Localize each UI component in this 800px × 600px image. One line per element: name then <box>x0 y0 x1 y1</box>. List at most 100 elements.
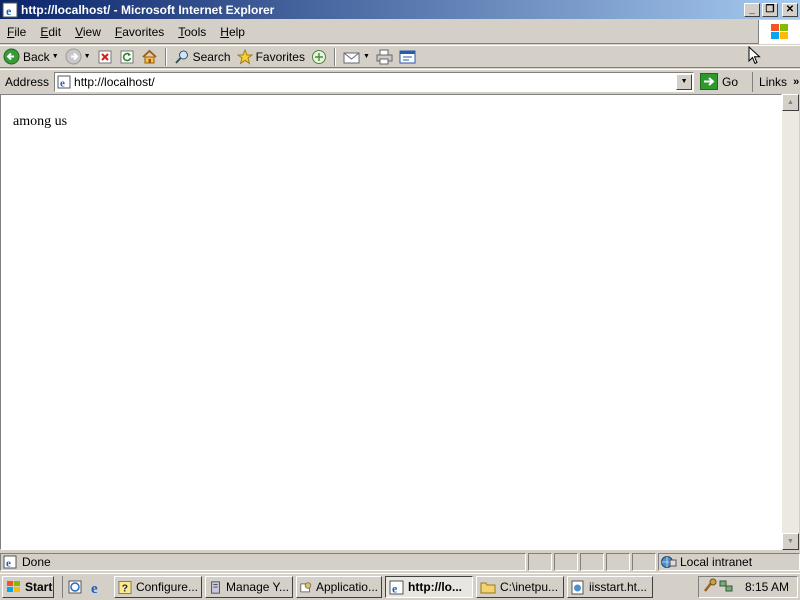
task-configure[interactable]: ? Configure... <box>114 576 202 598</box>
status-panel-5 <box>632 553 656 571</box>
menu-tools[interactable]: Tools <box>171 25 213 39</box>
menu-file[interactable]: File <box>0 25 33 39</box>
scroll-down-button[interactable]: ▼ <box>782 533 799 550</box>
stop-button[interactable] <box>94 47 116 67</box>
close-button[interactable]: ✕ <box>782 2 798 17</box>
address-bar: Address e ▼ Go Links » <box>0 69 800 93</box>
quick-launch-ie[interactable]: e <box>89 579 105 595</box>
folder-icon <box>480 582 496 594</box>
task-folder-label: C:\inetpu... <box>500 580 559 594</box>
svg-text:e: e <box>6 4 12 18</box>
edit-button[interactable] <box>396 47 419 67</box>
status-text: Done <box>22 555 51 569</box>
quick-launch: e <box>62 576 111 598</box>
back-dropdown-icon[interactable]: ▼ <box>52 53 59 60</box>
menu-edit-label: dit <box>48 24 62 39</box>
toolbar-separator <box>164 47 167 66</box>
mail-dropdown-icon[interactable]: ▼ <box>363 53 370 60</box>
menu-file-label: ile <box>14 24 27 39</box>
back-button[interactable]: Back ▼ <box>0 47 62 67</box>
mail-button[interactable]: ▼ <box>340 47 373 67</box>
close-icon: ✕ <box>785 3 795 15</box>
media-button[interactable] <box>308 47 330 67</box>
address-field[interactable]: e ▼ <box>54 71 695 92</box>
status-progress-panel <box>528 553 552 571</box>
task-manage[interactable]: Manage Y... <box>205 576 293 598</box>
media-icon <box>311 49 326 64</box>
go-label: Go <box>722 74 739 89</box>
intranet-icon <box>661 556 677 568</box>
star-icon <box>236 48 253 65</box>
search-button[interactable]: Search <box>171 47 234 67</box>
task-folder[interactable]: C:\inetpu... <box>476 576 564 598</box>
menu-favorites[interactable]: Favorites <box>108 25 171 39</box>
forward-arrow-icon <box>65 48 82 65</box>
minimize-icon: _ <box>749 3 755 15</box>
chevron-right-icon[interactable]: » <box>793 76 799 88</box>
ie-icon: e <box>91 581 98 595</box>
status-panel-3 <box>580 553 604 571</box>
search-icon <box>174 50 188 64</box>
svg-text:e: e <box>6 558 11 570</box>
refresh-button[interactable] <box>116 47 138 67</box>
start-button[interactable]: Start <box>2 576 54 598</box>
toolbar-separator-2 <box>333 47 336 66</box>
explorer-icon <box>68 580 82 594</box>
address-input[interactable] <box>74 74 677 89</box>
tray-icon-security[interactable] <box>702 578 718 597</box>
forward-dropdown-icon[interactable]: ▼ <box>84 53 91 60</box>
tools-icon <box>704 578 717 592</box>
menu-view-accel: V <box>75 24 83 39</box>
status-text-panel: e Done <box>0 553 526 571</box>
menu-favorites-label: avorites <box>122 24 165 39</box>
task-ie-active[interactable]: e http://lo... <box>385 576 473 598</box>
taskbar: Start e ? Configure... Manage Y... Appli… <box>0 573 800 600</box>
forward-button[interactable]: ▼ <box>62 47 94 67</box>
help-icon: ? <box>118 580 132 594</box>
menu-edit[interactable]: Edit <box>33 25 68 39</box>
vertical-scrollbar[interactable]: ▲ ▼ <box>782 94 799 550</box>
quick-launch-explorer[interactable] <box>67 579 83 595</box>
refresh-icon <box>120 50 134 63</box>
status-panel-2 <box>554 553 578 571</box>
security-zone-panel[interactable]: Local intranet <box>658 553 800 571</box>
home-icon <box>141 49 157 63</box>
task-ie-label: http://lo... <box>408 580 462 594</box>
task-application-label: Applicatio... <box>315 580 378 594</box>
zone-label: Local intranet <box>680 555 753 569</box>
windows-flag-icon <box>770 24 788 39</box>
document-icon <box>571 580 584 594</box>
search-label: Search <box>192 49 231 64</box>
print-button[interactable] <box>373 47 396 67</box>
menu-view-label: iew <box>82 24 101 39</box>
svg-text:e: e <box>91 581 98 595</box>
clock[interactable]: 8:15 AM <box>745 580 789 594</box>
svg-text:e: e <box>60 77 65 89</box>
scroll-up-button[interactable]: ▲ <box>782 94 799 111</box>
go-button[interactable]: Go <box>700 73 738 90</box>
window-title: http://localhost/ - Microsoft Internet E… <box>21 2 275 17</box>
minimize-button[interactable]: _ <box>744 2 760 17</box>
status-panel-4 <box>606 553 630 571</box>
task-configure-label: Configure... <box>135 580 198 594</box>
menu-help-label: elp <box>228 24 245 39</box>
back-label: Back <box>23 49 50 64</box>
page-done-icon: e <box>3 555 17 569</box>
menu-help[interactable]: Help <box>213 25 252 39</box>
menu-view[interactable]: View <box>68 25 108 39</box>
favorites-button[interactable]: Favorites <box>234 47 308 67</box>
tray-icon-network[interactable] <box>718 578 734 597</box>
restore-icon: ❐ <box>765 3 775 15</box>
network-icon <box>719 580 733 591</box>
home-button[interactable] <box>138 47 161 67</box>
ie-icon: e <box>389 580 404 595</box>
svg-text:e: e <box>392 581 398 595</box>
address-dropdown-button[interactable]: ▼ <box>676 73 693 90</box>
task-application[interactable]: Applicatio... <box>296 576 382 598</box>
title-bar[interactable]: e http://localhost/ - Microsoft Internet… <box>0 0 800 19</box>
links-toolbar[interactable]: Links » <box>752 71 799 92</box>
browser-window: e http://localhost/ - Microsoft Internet… <box>0 0 800 600</box>
task-iisstart[interactable]: iisstart.ht... <box>567 576 653 598</box>
restore-button[interactable]: ❐ <box>762 2 778 17</box>
page-icon: e <box>57 75 71 89</box>
